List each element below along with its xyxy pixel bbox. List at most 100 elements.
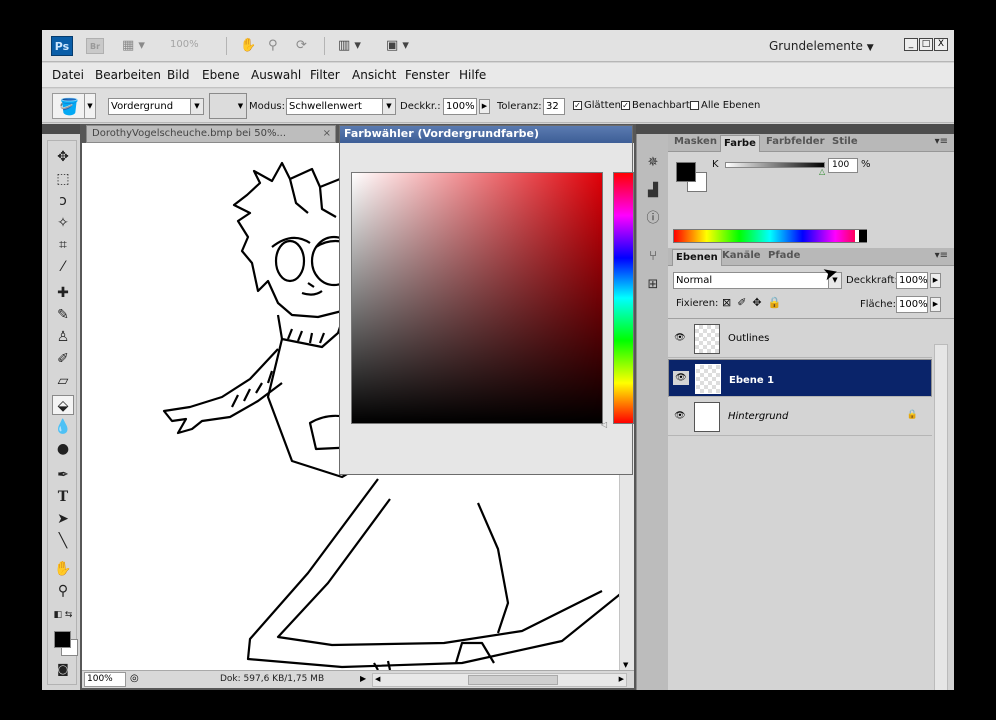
brushes-icon[interactable]: ⑂ xyxy=(643,248,663,266)
type-tool-icon[interactable]: T xyxy=(52,487,74,507)
screen-mode-icon[interactable]: ▣ ▾ xyxy=(386,38,409,54)
eyedropper-tool-icon[interactable]: ⁄ xyxy=(52,257,74,277)
tab-masken[interactable]: Masken xyxy=(674,136,717,147)
k-channel-input[interactable]: 100 xyxy=(828,158,858,173)
lock-icons[interactable]: ⊠✐✥🔒 xyxy=(722,296,787,309)
antialias-checkbox[interactable]: ✓ Glätten xyxy=(573,100,621,111)
menu-datei[interactable]: Datei xyxy=(52,68,84,82)
view-extras-icon[interactable]: ▦ ▾ xyxy=(122,38,145,54)
bridge-button[interactable]: Br xyxy=(86,38,104,54)
visibility-eye-icon[interactable]: 👁 xyxy=(673,371,689,385)
opacity-input[interactable]: 100% xyxy=(443,98,477,115)
layer-opacity-slider-button[interactable]: ▶ xyxy=(930,273,941,288)
pattern-picker[interactable]: ▼ xyxy=(209,93,247,119)
fill-source-select[interactable]: Vordergrund ▼ xyxy=(108,98,204,115)
mode-select[interactable]: Schwellenwert ▼ xyxy=(286,98,396,115)
paint-bucket-tool-icon[interactable]: ⬙ xyxy=(52,395,74,415)
visibility-eye-icon[interactable]: 👁 xyxy=(672,331,688,345)
opacity-slider-button[interactable]: ▶ xyxy=(479,99,490,114)
horizontal-scrollbar[interactable]: ◀ ▶ xyxy=(372,673,627,687)
tab-kanaele[interactable]: Kanäle xyxy=(722,250,761,261)
tab-ebenen[interactable]: Ebenen xyxy=(672,249,722,266)
all-layers-checkbox[interactable]: Alle Ebenen xyxy=(690,100,760,111)
brush-tool-icon[interactable]: ✎ xyxy=(52,305,74,325)
color-spectrum-bar[interactable] xyxy=(673,229,867,243)
magic-wand-tool-icon[interactable]: ✧ xyxy=(52,213,74,233)
document-tab[interactable]: DorothyVogelscheuche.bmp bei 50%... × xyxy=(86,125,336,143)
line-tool-icon[interactable]: ╲ xyxy=(52,531,74,551)
tolerance-input[interactable]: 32 xyxy=(543,98,565,115)
scroll-down-icon[interactable]: ▼ xyxy=(623,661,628,669)
histogram-icon[interactable]: ▟ xyxy=(643,182,663,200)
arrange-documents-icon[interactable]: ▥ ▾ xyxy=(338,38,361,54)
dodge-tool-icon[interactable]: ● xyxy=(52,439,74,459)
visibility-eye-icon[interactable]: 👁 xyxy=(672,409,688,423)
status-zoom-input[interactable]: 100% xyxy=(84,672,126,687)
scroll-thumb[interactable] xyxy=(468,675,558,685)
hue-slider[interactable] xyxy=(613,172,634,424)
healing-brush-tool-icon[interactable]: ✚ xyxy=(52,283,74,303)
zoom-tool-icon[interactable]: ⚲ xyxy=(52,581,74,601)
scroll-right-icon[interactable]: ▶ xyxy=(619,675,624,683)
eraser-tool-icon[interactable]: ▱ xyxy=(52,371,74,391)
minimize-button[interactable]: _ xyxy=(904,38,918,51)
path-selection-tool-icon[interactable]: ➤ xyxy=(52,509,74,529)
zoom-tool-icon[interactable]: ⚲ xyxy=(268,38,278,54)
layers-scrollbar[interactable] xyxy=(934,344,948,690)
scroll-left-icon[interactable]: ◀ xyxy=(375,675,380,683)
saturation-brightness-field[interactable] xyxy=(351,172,603,424)
layer-fill-input[interactable]: 100% xyxy=(896,296,928,313)
rotate-view-icon[interactable]: ⟳ xyxy=(296,38,307,54)
history-brush-tool-icon[interactable]: ✐ xyxy=(52,349,74,369)
color-picker-title[interactable]: Farbwähler (Vordergrundfarbe) xyxy=(340,126,632,143)
menu-bild[interactable]: Bild xyxy=(167,68,190,82)
contiguous-checkbox[interactable]: ✓ Benachbart xyxy=(621,100,690,111)
close-button[interactable]: X xyxy=(934,38,948,51)
move-tool-icon[interactable]: ✥ xyxy=(52,147,74,167)
status-menu-arrow-icon[interactable]: ▶ xyxy=(360,674,366,683)
share-icon[interactable]: ◎ xyxy=(130,673,139,684)
tab-farbe[interactable]: Farbe xyxy=(720,135,760,152)
menu-fenster[interactable]: Fenster xyxy=(405,68,450,82)
tab-pfade[interactable]: Pfade xyxy=(768,250,800,261)
menu-ebene[interactable]: Ebene xyxy=(202,68,240,82)
quick-mask-icon[interactable]: ◙ xyxy=(52,659,74,679)
menu-bearbeiten[interactable]: Bearbeiten xyxy=(95,68,161,82)
tab-stile[interactable]: Stile xyxy=(832,136,858,147)
layer-row-outlines[interactable]: 👁 Outlines xyxy=(668,320,932,358)
panel-menu-icon[interactable]: ▾≡ xyxy=(935,136,948,147)
maximize-button[interactable]: □ xyxy=(919,38,933,51)
blur-tool-icon[interactable]: 💧 xyxy=(52,417,74,437)
clone-source-icon[interactable]: ⊞ xyxy=(643,276,663,294)
workspace-switcher[interactable]: Grundelemente ▼ xyxy=(769,39,874,53)
foreground-color-swatch[interactable] xyxy=(676,162,696,182)
foreground-color-swatch[interactable] xyxy=(54,631,71,648)
blend-mode-select[interactable]: Normal ▼ xyxy=(673,272,842,289)
menu-hilfe[interactable]: Hilfe xyxy=(459,68,486,82)
marquee-tool-icon[interactable]: ⬚ xyxy=(52,169,74,189)
menu-auswahl[interactable]: Auswahl xyxy=(251,68,301,82)
slider-marker-icon[interactable]: △ xyxy=(819,167,825,176)
clone-stamp-tool-icon[interactable]: ♙ xyxy=(52,327,74,347)
layer-row-hintergrund[interactable]: 👁 Hintergrund 🔒 xyxy=(668,398,932,436)
tool-preset-picker[interactable]: 🪣 ▼ xyxy=(52,93,96,119)
zoom-level-select[interactable]: 100% xyxy=(170,39,199,50)
tab-farbfelder[interactable]: Farbfelder xyxy=(766,136,825,147)
layer-fill-slider-button[interactable]: ▶ xyxy=(930,297,941,312)
black-swatch[interactable] xyxy=(859,230,867,242)
navigator-icon[interactable]: ✵ xyxy=(643,154,663,172)
hand-tool-icon[interactable]: ✋ xyxy=(240,38,256,54)
menu-ansicht[interactable]: Ansicht xyxy=(352,68,396,82)
lasso-tool-icon[interactable]: ↄ xyxy=(52,191,74,211)
panel-menu-icon[interactable]: ▾≡ xyxy=(935,250,948,261)
k-channel-slider[interactable] xyxy=(725,162,825,168)
pen-tool-icon[interactable]: ✒ xyxy=(52,465,74,485)
swap-colors-icon[interactable]: ◧ ⇆ xyxy=(52,605,74,625)
info-icon[interactable]: ⓘ xyxy=(643,210,663,228)
hand-tool-icon[interactable]: ✋ xyxy=(52,559,74,579)
layer-opacity-input[interactable]: 100% xyxy=(896,272,928,289)
close-tab-icon[interactable]: × xyxy=(323,128,331,139)
menu-filter[interactable]: Filter xyxy=(310,68,340,82)
layer-row-ebene-1[interactable]: 👁 Ebene 1 xyxy=(668,359,932,397)
crop-tool-icon[interactable]: ⌗ xyxy=(52,235,74,255)
